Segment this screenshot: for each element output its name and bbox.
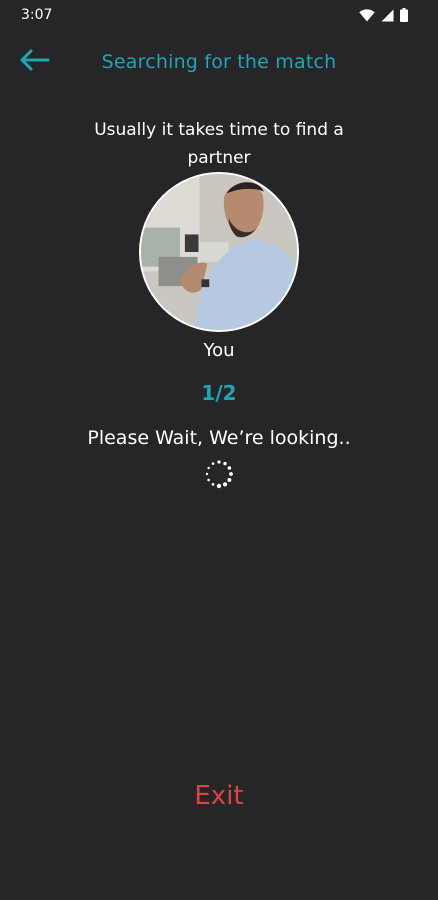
participant-counter: 1/2	[201, 381, 237, 405]
arrow-left-icon	[18, 49, 50, 75]
wait-message: Please Wait, We’re looking..	[87, 427, 351, 449]
exit-button[interactable]: Exit	[169, 774, 269, 818]
wifi-icon	[359, 8, 375, 22]
status-bar: 3:07	[0, 0, 438, 30]
avatar-photo	[141, 174, 297, 330]
avatar	[139, 172, 299, 332]
avatar-label: You	[203, 340, 235, 361]
status-icons	[359, 8, 408, 22]
status-time: 3:07	[21, 7, 53, 23]
back-button[interactable]	[14, 44, 54, 80]
search-subtitle: Usually it takes time to find a partner	[94, 120, 344, 168]
cellular-icon	[381, 9, 394, 22]
loading-spinner-icon	[203, 458, 235, 490]
page-title: Searching for the match	[101, 51, 337, 73]
battery-icon	[400, 8, 408, 22]
top-app-bar: Searching for the match	[0, 38, 438, 86]
match-search-screen: 3:07 Searching for the match Usually it …	[0, 0, 438, 900]
